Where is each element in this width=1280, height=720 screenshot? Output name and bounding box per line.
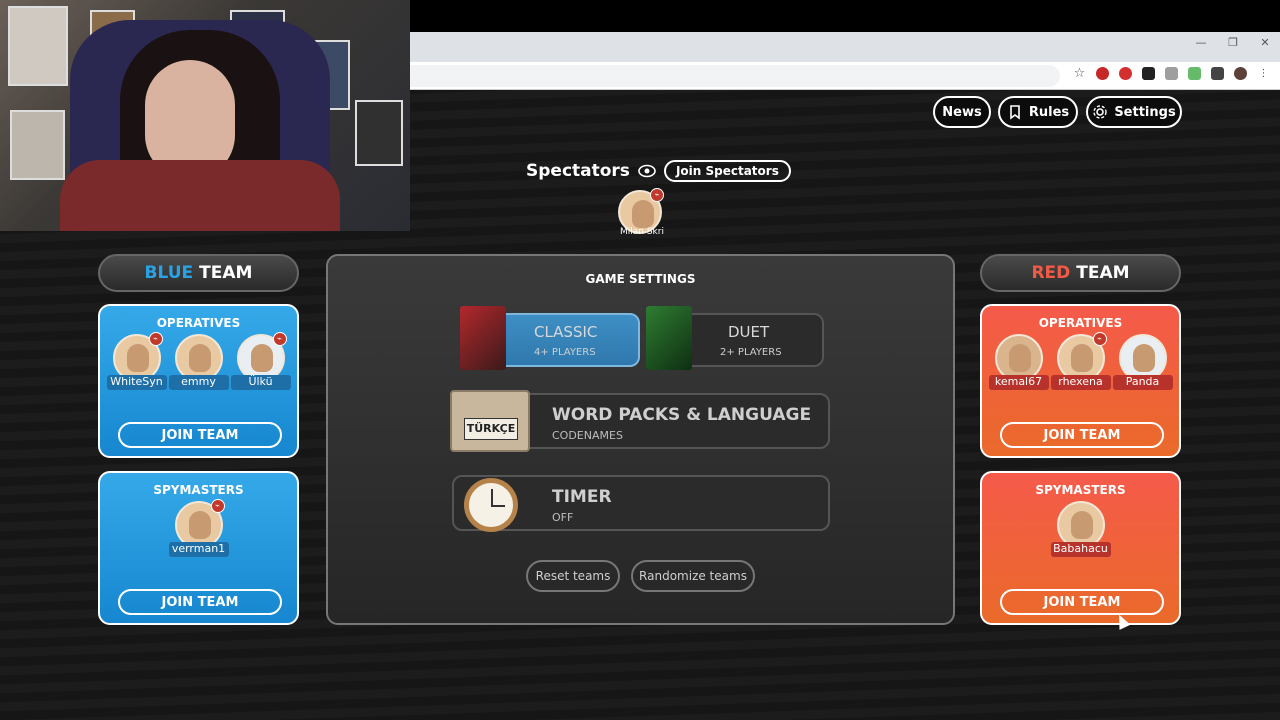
extension-icon[interactable] <box>1188 67 1201 80</box>
gear-icon <box>1093 105 1108 119</box>
close-icon[interactable]: ✕ <box>1258 36 1272 49</box>
wall-poster <box>10 110 65 180</box>
disconnected-icon: ⌁ <box>148 332 163 346</box>
player-avatar[interactable]: Babahacu <box>1050 501 1111 557</box>
red-join-spymasters-button[interactable]: JOIN TEAM <box>1000 589 1164 615</box>
blue-team-header: BLUE TEAM <box>98 254 299 292</box>
news-button[interactable]: News <box>933 96 991 128</box>
randomize-teams-button[interactable]: Randomize teams <box>631 560 755 592</box>
player-avatar[interactable]: ⌁ WhiteSyn <box>106 332 167 390</box>
player-name: verrman1 <box>168 542 229 557</box>
extension-icon[interactable] <box>1142 67 1155 80</box>
blue-operatives-panel: OPERATIVES ⌁ WhiteSyn emmy ⌁ Ülkü JOIN T… <box>98 304 299 458</box>
game-settings-title: GAME SETTINGS <box>585 272 696 286</box>
rules-label: Rules <box>1028 104 1070 120</box>
player-avatar[interactable]: ⌁ rhexena <box>1050 332 1111 390</box>
bookmark-star-icon[interactable]: ☆ <box>1073 67 1086 80</box>
blue-spymasters-label: SPYMASTERS <box>153 483 244 497</box>
spectator-name: Milan Skri <box>620 227 664 237</box>
reset-teams-button[interactable]: Reset teams <box>526 560 620 592</box>
player-name: Babahacu <box>1050 542 1111 557</box>
blue-join-spymasters-button[interactable]: JOIN TEAM <box>118 589 282 615</box>
url-field[interactable] <box>410 65 1060 87</box>
address-bar: ☆ ⋮ <box>410 62 1280 90</box>
blue-spymasters-panel: SPYMASTERS ⌁ verrman1 JOIN TEAM <box>98 471 299 625</box>
blue-operatives-label: OPERATIVES <box>156 316 241 330</box>
settings-label: Settings <box>1114 104 1176 120</box>
player-name: Panda <box>1112 375 1173 390</box>
disconnected-icon: ⌁ <box>210 499 225 513</box>
player-name: WhiteSyn <box>106 375 167 390</box>
rules-button[interactable]: Rules <box>998 96 1078 128</box>
codenames-box-art <box>460 306 506 370</box>
bookmark-icon <box>1010 105 1020 120</box>
extension-icon[interactable] <box>1119 67 1132 80</box>
red-operatives-panel: OPERATIVES kemal67 ⌁ rhexena Panda JOIN … <box>980 304 1181 458</box>
news-label: News <box>942 104 982 120</box>
player-avatar[interactable]: emmy <box>168 334 229 390</box>
spectators-bar: Spectators Join Spectators <box>526 160 791 182</box>
window-controls: — ❐ ✕ <box>1194 36 1272 49</box>
player-name: Ülkü <box>230 375 291 390</box>
game-settings-panel: GAME SETTINGS CLASSIC 4+ PLAYERS DUET 2+… <box>326 254 955 625</box>
timer-title: TIMER <box>552 487 612 507</box>
extension-icons: ☆ ⋮ <box>1073 67 1270 80</box>
browser-chrome: — ❐ ✕ ☆ ⋮ <box>410 32 1280 90</box>
codenames-duet-box-art <box>646 306 692 370</box>
red-operatives-list: kemal67 ⌁ rhexena Panda <box>982 332 1179 390</box>
word-packs-sub: CODENAMES <box>552 429 623 442</box>
disconnected-icon: ⌁ <box>650 188 664 202</box>
mode-duet-sub: 2+ PLAYERS <box>720 347 782 358</box>
red-team-header: RED TEAM <box>980 254 1181 292</box>
blue-spymasters-list: ⌁ verrman1 <box>100 499 297 557</box>
menu-dots-icon[interactable]: ⋮ <box>1257 67 1270 80</box>
mode-duet-name: DUET <box>728 323 770 341</box>
wall-poster <box>355 100 403 166</box>
red-team-word: TEAM <box>1076 263 1130 283</box>
puzzle-icon[interactable] <box>1211 67 1224 80</box>
blue-join-operatives-button[interactable]: JOIN TEAM <box>118 422 282 448</box>
player-name: kemal67 <box>988 375 1049 390</box>
shield-icon[interactable] <box>1165 67 1178 80</box>
player-avatar[interactable]: ⌁ verrman1 <box>168 499 229 557</box>
player-avatar[interactable]: Panda <box>1112 334 1173 390</box>
stopwatch-icon <box>464 478 518 532</box>
language-sign-icon: TÜRKÇE <box>450 390 530 452</box>
red-spymasters-panel: SPYMASTERS Babahacu JOIN TEAM <box>980 471 1181 625</box>
minimize-icon[interactable]: — <box>1194 36 1208 49</box>
red-operatives-label: OPERATIVES <box>1038 316 1123 330</box>
wall-poster <box>8 6 68 86</box>
red-spymasters-list: Babahacu <box>982 501 1179 557</box>
extension-icon[interactable] <box>1096 67 1109 80</box>
blue-operatives-list: ⌁ WhiteSyn emmy ⌁ Ülkü <box>100 332 297 390</box>
disconnected-icon: ⌁ <box>1092 332 1107 346</box>
red-join-operatives-button[interactable]: JOIN TEAM <box>1000 422 1164 448</box>
blue-team-color-word: BLUE <box>144 263 194 283</box>
player-avatar[interactable]: ⌁ Ülkü <box>230 332 291 390</box>
profile-icon[interactable] <box>1234 67 1247 80</box>
mode-duet-button[interactable]: DUET 2+ PLAYERS <box>674 313 824 367</box>
blue-team-word: TEAM <box>199 263 253 283</box>
timer-status: OFF <box>552 511 574 524</box>
red-team-color-word: RED <box>1031 263 1071 283</box>
spectators-title: Spectators <box>526 161 630 181</box>
mode-classic-sub: 4+ PLAYERS <box>534 347 596 358</box>
webcam-overlay <box>0 0 410 231</box>
mode-classic-name: CLASSIC <box>534 323 598 341</box>
disconnected-icon: ⌁ <box>272 332 287 346</box>
language-label: TÜRKÇE <box>464 418 518 440</box>
person-shirt <box>60 160 340 231</box>
eye-icon <box>638 164 656 178</box>
player-name: emmy <box>168 375 229 390</box>
word-packs-title: WORD PACKS & LANGUAGE <box>552 405 812 425</box>
player-avatar[interactable]: kemal67 <box>988 334 1049 390</box>
player-name: rhexena <box>1050 375 1111 390</box>
settings-button[interactable]: Settings <box>1086 96 1182 128</box>
spectator-avatar[interactable]: ⌁ Milan Skri <box>618 188 664 237</box>
red-spymasters-label: SPYMASTERS <box>1035 483 1126 497</box>
mode-classic-button[interactable]: CLASSIC 4+ PLAYERS <box>488 313 640 367</box>
restore-icon[interactable]: ❐ <box>1226 36 1240 49</box>
join-spectators-button[interactable]: Join Spectators <box>663 160 791 182</box>
